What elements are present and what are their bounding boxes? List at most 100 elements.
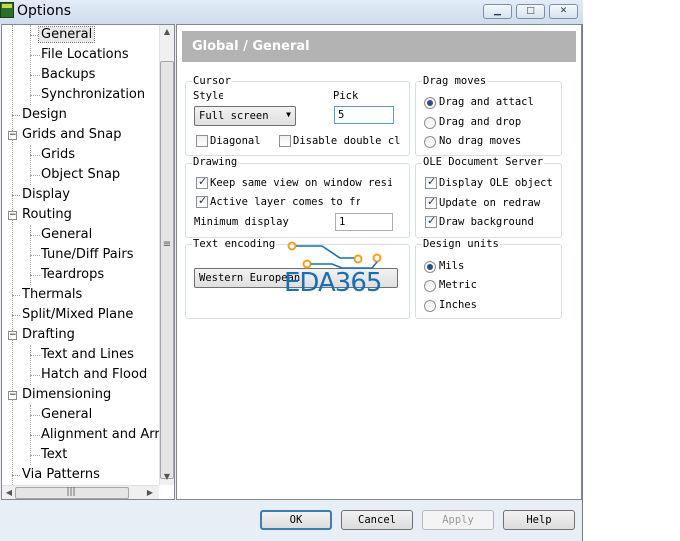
design-units-group [415, 244, 562, 319]
expand-collapse-icon[interactable]: − [8, 211, 17, 220]
panel-header: Global / General [182, 31, 576, 62]
diagonal-checkbox[interactable] [196, 135, 208, 147]
disable-double-click-label: Disable double cli [293, 135, 401, 147]
group-label: Cursor [192, 75, 232, 87]
ok-button[interactable]: OK [260, 510, 332, 530]
draw-background-label: Draw background [439, 216, 534, 228]
tree-item-synchronization[interactable]: Synchronization [41, 85, 145, 105]
scroll-thumb[interactable] [160, 61, 174, 479]
tree-connector [30, 95, 40, 96]
tree-item-object-snap[interactable]: Object Snap [41, 165, 120, 185]
tree-item-hatch-and-flood[interactable]: Hatch and Flood [41, 365, 147, 385]
draw-background-checkbox[interactable] [425, 214, 437, 228]
scroll-up-icon[interactable]: ▲ [160, 27, 174, 36]
help-button[interactable]: Help [503, 510, 575, 530]
tree-item-file-locations[interactable]: File Locations [41, 45, 129, 65]
tree-item-backups[interactable]: Backups [41, 65, 95, 85]
tree-item-display[interactable]: Display [22, 185, 70, 205]
tree-item-label: Via Patterns [22, 467, 100, 482]
tree-connector [30, 175, 40, 176]
tree-connector [30, 235, 40, 236]
tree-connector [30, 275, 40, 276]
tree-item-general[interactable]: General [37, 25, 96, 45]
expand-collapse-icon[interactable]: − [8, 331, 17, 340]
options-dialog: Options ▁ □ ✕ − − − − General File Locat… [0, 0, 583, 541]
tree-item-label: Routing [22, 207, 72, 222]
inches-label: Inches [439, 299, 477, 311]
tree-item-label: Synchronization [41, 87, 146, 102]
minimize-button[interactable]: ▁ [483, 4, 512, 19]
tree-item-drafting[interactable]: Drafting [22, 325, 75, 345]
minimum-display-input[interactable]: 1 [335, 213, 393, 231]
tree-item-dimensioning-general[interactable]: General [41, 405, 92, 425]
inches-radio[interactable] [424, 300, 436, 312]
tree-item-routing-general[interactable]: General [41, 225, 92, 245]
tree-connector [30, 145, 31, 185]
tree-item-label: General [41, 227, 93, 242]
tree-item-split-mixed-plane[interactable]: Split/Mixed Plane [22, 305, 133, 325]
options-tree[interactable]: − − − − General File Locations Backups S… [1, 24, 175, 500]
keep-same-view-checkbox[interactable] [196, 175, 208, 189]
tree-connector [12, 195, 20, 196]
tree-connector [30, 355, 40, 356]
tree-connector [30, 435, 40, 436]
drag-and-drop-label: Drag and drop [439, 116, 522, 128]
drag-and-drop-radio[interactable] [424, 117, 436, 129]
tree-item-label: Dimensioning [22, 387, 112, 402]
scroll-right-icon[interactable]: ▶ [143, 488, 157, 497]
pick-input[interactable]: 5 [334, 106, 394, 124]
tree-connector [12, 315, 20, 316]
tree-item-label: Split/Mixed Plane [22, 307, 134, 322]
tree-item-teardrops[interactable]: Teardrops [41, 265, 104, 285]
tree-item-label: Grids [41, 147, 76, 162]
tree-item-alignment-and-arrows[interactable]: Alignment and Arrows [41, 425, 174, 445]
tree-item-via-patterns[interactable]: Via Patterns [22, 465, 100, 485]
tree-item-dimensioning[interactable]: Dimensioning [22, 385, 111, 405]
tree-item-label: Teardrops [41, 267, 105, 282]
active-layer-label: Active layer comes to fr [210, 196, 360, 208]
apply-button[interactable]: Apply [422, 510, 494, 530]
tree-connector [12, 475, 20, 476]
scroll-down-icon[interactable]: ▼ [160, 472, 174, 481]
scroll-left-icon[interactable]: ◀ [2, 488, 16, 497]
tree-connector [30, 375, 40, 376]
tree-item-grids-and-snap[interactable]: Grids and Snap [22, 125, 122, 145]
expand-collapse-icon[interactable]: − [8, 391, 17, 400]
expand-collapse-icon[interactable]: − [8, 131, 17, 140]
tree-item-text[interactable]: Text [41, 445, 67, 465]
tree-item-label: Display [22, 187, 70, 202]
tree-item-text-and-lines[interactable]: Text and Lines [41, 345, 134, 365]
no-drag-moves-radio[interactable] [424, 136, 436, 148]
tree-item-thermals[interactable]: Thermals [22, 285, 82, 305]
mils-radio[interactable] [424, 261, 436, 273]
tree-item-design[interactable]: Design [22, 105, 67, 125]
tree-connector [12, 25, 13, 485]
cursor-style-select[interactable]: Full screen ▼ [194, 106, 296, 126]
tree-item-tune-diff-pairs[interactable]: Tune/Diff Pairs [41, 245, 134, 265]
tree-connector [30, 155, 40, 156]
tree-connector [12, 115, 20, 116]
grip-icon: ||| [66, 487, 76, 497]
update-on-redraw-label: Update on redraw [439, 197, 541, 209]
select-value: Full screen [199, 110, 269, 122]
maximize-icon: □ [526, 6, 535, 16]
metric-radio[interactable] [424, 280, 436, 292]
tree-item-label: Object Snap [41, 167, 121, 182]
maximize-button[interactable]: □ [516, 4, 545, 19]
drag-and-attach-radio[interactable] [424, 97, 436, 109]
active-layer-checkbox[interactable] [196, 194, 208, 208]
cancel-button[interactable]: Cancel [341, 510, 413, 530]
dropdown-arrow-icon: ▼ [286, 110, 291, 119]
tree-item-grids[interactable]: Grids [41, 145, 75, 165]
title-bar[interactable]: Options ▁ □ ✕ [0, 0, 583, 24]
tree-item-label: Tune/Diff Pairs [41, 247, 134, 262]
tree-item-label: Text [41, 447, 68, 462]
tree-item-label: General [41, 407, 93, 422]
tree-item-routing[interactable]: Routing [22, 205, 72, 225]
update-on-redraw-checkbox[interactable] [425, 195, 437, 209]
tree-connector [30, 415, 40, 416]
disable-double-click-checkbox[interactable] [279, 135, 291, 147]
no-drag-moves-label: No drag moves [439, 135, 522, 147]
close-button[interactable]: ✕ [549, 4, 578, 19]
display-ole-object-checkbox[interactable] [425, 175, 437, 189]
